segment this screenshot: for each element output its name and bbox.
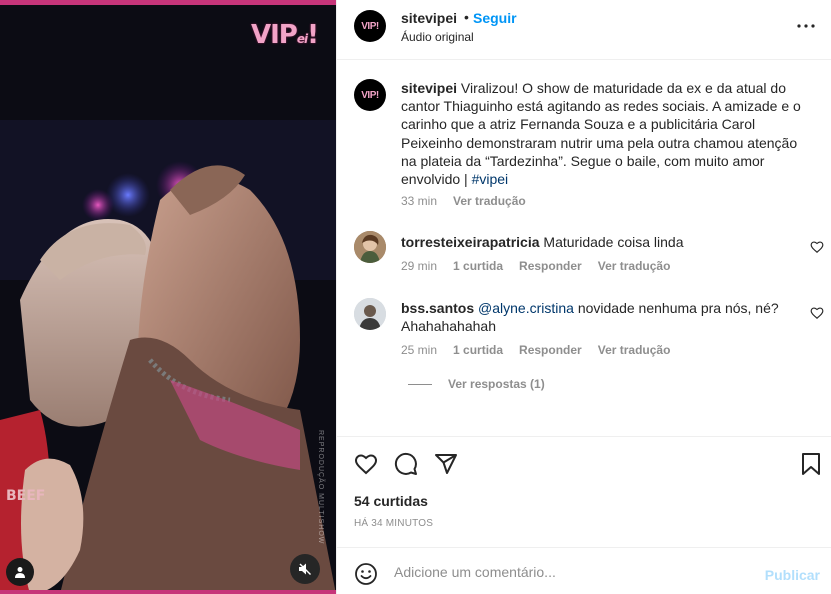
commenter-avatar[interactable] bbox=[354, 231, 386, 263]
add-comment-bar: Publicar bbox=[337, 547, 831, 594]
comment-meta: 25 min 1 curtida Responder Ver tradução bbox=[401, 343, 670, 357]
share-button[interactable] bbox=[433, 451, 459, 477]
vip-logo-small: ei bbox=[296, 32, 308, 46]
comment-likes-link[interactable]: 1 curtida bbox=[453, 343, 503, 357]
caption-avatar[interactable]: VIP! bbox=[354, 79, 386, 111]
commenter-avatar[interactable] bbox=[354, 298, 386, 330]
comment-translate-link[interactable]: Ver tradução bbox=[598, 343, 671, 357]
post-video[interactable]: BEEF VIPei! REPRODUÇÃO MULTISHOW bbox=[0, 0, 336, 594]
likes-count[interactable]: 54 curtidas bbox=[354, 493, 428, 509]
post-actions: 54 curtidas HÁ 34 MINUTOS bbox=[337, 436, 831, 547]
speaker-muted-icon bbox=[299, 563, 311, 575]
like-comment-heart-icon[interactable] bbox=[810, 240, 824, 254]
comment-input[interactable] bbox=[394, 560, 754, 584]
commenter-photo bbox=[354, 231, 386, 263]
post-timestamp: HÁ 34 MINUTOS bbox=[354, 518, 434, 529]
video-frame-border bbox=[0, 0, 336, 5]
more-horizontal-icon bbox=[797, 24, 815, 28]
caption-body: Viralizou! O show de maturidade da ex e … bbox=[401, 80, 801, 188]
author-username[interactable]: sitevipei bbox=[401, 10, 457, 26]
save-button[interactable] bbox=[798, 451, 824, 477]
svg-text:BEEF: BEEF bbox=[6, 488, 45, 504]
tagged-users-button[interactable] bbox=[6, 558, 34, 586]
post-header: VIP! sitevipei • Seguir Áudio original bbox=[337, 0, 831, 60]
reply-button[interactable]: Responder bbox=[519, 343, 582, 357]
caption-hashtag[interactable]: #vipei bbox=[472, 171, 509, 187]
like-comment-heart-icon[interactable] bbox=[810, 306, 824, 320]
original-audio-link[interactable]: Áudio original bbox=[401, 30, 474, 44]
person-icon bbox=[15, 567, 25, 578]
video-credit-watermark: REPRODUÇÃO MULTISHOW bbox=[317, 430, 324, 545]
mute-button[interactable] bbox=[290, 554, 320, 584]
comment-username[interactable]: bss.santos bbox=[401, 300, 474, 316]
like-button[interactable] bbox=[353, 451, 379, 477]
separator-dot: • bbox=[464, 9, 469, 25]
share-icon bbox=[435, 454, 457, 474]
view-replies-button[interactable]: Ver respostas (1) bbox=[408, 377, 545, 391]
vip-logo-text: VIP bbox=[251, 20, 298, 50]
commenter-photo bbox=[354, 298, 386, 330]
comment-time: 25 min bbox=[401, 343, 438, 357]
more-options-button[interactable] bbox=[794, 16, 818, 36]
view-replies-label: Ver respostas (1) bbox=[448, 377, 545, 391]
publish-button[interactable]: Publicar bbox=[765, 567, 820, 583]
reply-button[interactable]: Responder bbox=[519, 259, 582, 273]
bookmark-icon bbox=[802, 453, 820, 475]
comment-button[interactable] bbox=[393, 451, 419, 477]
follow-button[interactable]: Seguir bbox=[473, 10, 517, 26]
caption-username[interactable]: sitevipei bbox=[401, 80, 457, 96]
comment-username[interactable]: torresteixeirapatricia bbox=[401, 234, 540, 250]
comment-meta: 29 min 1 curtida Responder Ver tradução bbox=[401, 259, 670, 273]
author-avatar-text: VIP! bbox=[361, 20, 379, 32]
vip-logo: VIPei! bbox=[251, 20, 319, 50]
caption-avatar-text: VIP! bbox=[361, 89, 379, 101]
comment-text: torresteixeirapatricia Maturidade coisa … bbox=[401, 233, 796, 251]
comment-likes-link[interactable]: 1 curtida bbox=[453, 259, 503, 273]
video-frame-image: BEEF bbox=[0, 0, 336, 594]
comment-time: 29 min bbox=[401, 259, 438, 273]
comments-list[interactable]: VIP! sitevipei Viralizou! O show de matu… bbox=[337, 61, 831, 436]
replies-divider-line bbox=[408, 383, 432, 385]
caption-meta: 33 min Ver tradução bbox=[401, 194, 526, 208]
comment-translate-link[interactable]: Ver tradução bbox=[598, 259, 671, 273]
caption-text: sitevipei Viralizou! O show de maturidad… bbox=[401, 79, 811, 188]
comment-mention[interactable]: @alyne.cristina bbox=[478, 300, 574, 316]
caption-translate-link[interactable]: Ver tradução bbox=[453, 194, 526, 208]
comment-body: Maturidade coisa linda bbox=[543, 234, 684, 250]
author-avatar[interactable]: VIP! bbox=[354, 10, 386, 42]
emoji-icon[interactable] bbox=[354, 562, 378, 586]
vip-logo-bang: ! bbox=[307, 20, 319, 50]
video-frame-border bbox=[0, 590, 336, 594]
comment-text: bss.santos @alyne.cristina novidade nenh… bbox=[401, 299, 796, 335]
caption-time: 33 min bbox=[401, 194, 438, 208]
heart-icon bbox=[354, 454, 378, 475]
post-details-panel: VIP! sitevipei • Seguir Áudio original V… bbox=[336, 0, 831, 594]
comment-icon bbox=[394, 452, 417, 475]
